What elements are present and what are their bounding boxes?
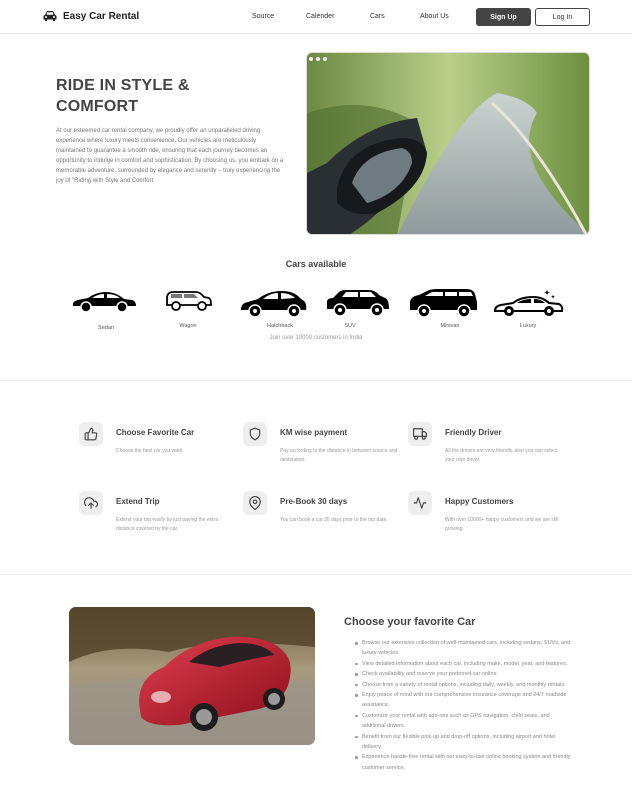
red-car-image <box>69 607 315 745</box>
top-navbar: Easy Car Rental Source Calender Cars Abo… <box>0 0 632 34</box>
car-logo-icon <box>43 11 57 21</box>
feature-title: Happy Customers <box>445 497 514 506</box>
feature-km-wise-payment: KM wise payment Pay according to the dis… <box>243 422 403 472</box>
nav-link-calender[interactable]: Calender <box>306 13 334 20</box>
section-divider <box>0 574 632 575</box>
feature-extend-trip: Extend Trip Extend your trip easily by j… <box>79 491 239 541</box>
thumbs-up-icon <box>79 422 103 446</box>
car-label-luxury: Luxury <box>519 323 537 329</box>
car-type-hatchback[interactable] <box>234 288 314 318</box>
customers-tagline: Join over 10000 customers in India <box>269 335 363 341</box>
car-label-minivan: Minivan <box>440 323 460 329</box>
list-item: View detailed information about each car… <box>355 659 572 669</box>
list-item: Customize your rental with add-ons such … <box>355 711 572 732</box>
list-item: Browse our extensive collection of well-… <box>355 638 572 659</box>
hero-text: At our esteemed car rental company, we p… <box>56 128 284 184</box>
wagon-icon <box>166 291 212 311</box>
map-pin-icon <box>243 491 267 515</box>
car-type-suv[interactable] <box>318 288 398 318</box>
luxury-icon <box>493 290 564 316</box>
hero-title: RIDE IN STYLE & COMFORT <box>56 77 190 115</box>
minivan-icon <box>410 289 477 318</box>
car-type-minivan[interactable] <box>403 288 483 318</box>
list-item: Benefit from our flexible pick-up and dr… <box>355 732 572 753</box>
feature-title: Extend Trip <box>116 497 160 506</box>
brand-name: Easy Car Rental <box>63 10 140 22</box>
feature-desc: Extend your trip easily by just paying t… <box>116 517 218 532</box>
feature-title: Choose Favorite Car <box>116 428 195 437</box>
feature-desc: Choose the best car you want. <box>116 448 184 454</box>
car-label-suv: SUV <box>344 323 356 329</box>
feature-desc: You can book a car 30 days prior to the … <box>280 517 388 523</box>
list-item: Choose from a variety of rental options,… <box>355 680 572 690</box>
feature-desc: Pay according to the distance in between… <box>280 448 398 463</box>
sign-up-button[interactable]: Sign Up <box>476 8 531 26</box>
nav-link-source[interactable]: Source <box>252 13 274 20</box>
car-label-hatchback: Hatchback <box>267 323 293 329</box>
truck-icon <box>408 422 432 446</box>
brand[interactable]: Easy Car Rental <box>43 10 139 22</box>
hatchback-icon <box>241 291 307 318</box>
nav-link-cars[interactable]: Cars <box>370 13 385 20</box>
car-type-luxury[interactable] <box>488 288 568 318</box>
feature-choose-favorite-car: Choose Favorite Car Choose the best car … <box>79 422 239 472</box>
cars-available-title: Cars available <box>285 259 347 269</box>
cloud-upload-icon <box>79 491 103 515</box>
car-type-sedan[interactable] <box>64 288 144 314</box>
suv-icon <box>327 290 389 317</box>
feature-title: Friendly Driver <box>445 428 502 437</box>
list-item: Check availability and reserve your pref… <box>355 669 572 679</box>
feature-happy-customers: Happy Customers With over 10000+ happy c… <box>408 491 568 541</box>
list-item: Enjoy peace of mind with our comprehensi… <box>355 690 572 711</box>
feature-friendly-driver: Friendly Driver All the drivers are very… <box>408 422 568 472</box>
nav-link-about-us[interactable]: About Us <box>420 13 449 20</box>
sedan-icon <box>72 292 136 313</box>
hero-image <box>306 52 590 235</box>
car-label-sedan: Sedan <box>98 325 114 331</box>
car-type-wagon[interactable] <box>148 288 228 312</box>
log-in-button[interactable]: Log In <box>535 8 590 26</box>
feature-pre-book: Pre-Book 30 days You can book a car 30 d… <box>243 491 403 541</box>
feature-desc: With over 10000+ happy customers and we … <box>445 517 559 532</box>
shield-icon <box>243 422 267 446</box>
car-label-wagon: Wagon <box>179 323 197 329</box>
activity-icon <box>408 491 432 515</box>
feature-title: KM wise payment <box>280 428 348 437</box>
list-item: Experience hassle-free rental with our e… <box>355 752 572 773</box>
section-divider <box>0 380 632 381</box>
choose-favorite-car-title: Choose your favorite Car <box>344 616 476 628</box>
feature-desc: All the drivers are very friendly, also … <box>445 448 558 463</box>
carousel-dots[interactable] <box>309 57 327 61</box>
feature-title: Pre-Book 30 days <box>280 497 348 506</box>
features-bullet-list: Browse our extensive collection of well-… <box>355 638 572 773</box>
